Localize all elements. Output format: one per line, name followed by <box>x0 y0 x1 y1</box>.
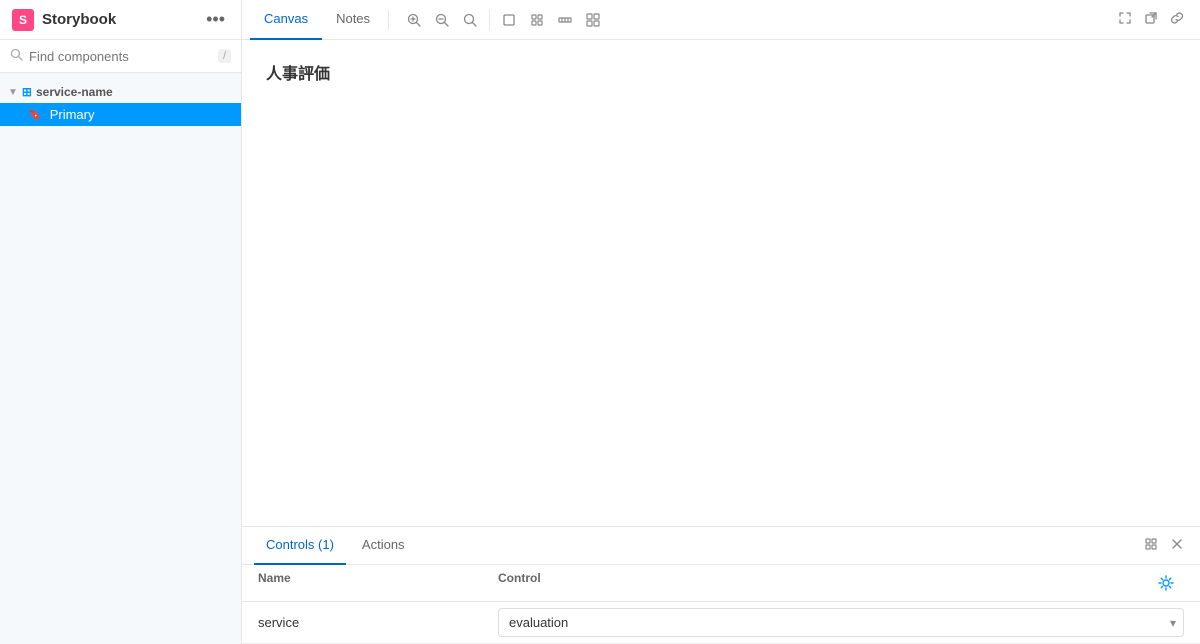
toolbar-icons <box>393 9 614 31</box>
zoom-out-button[interactable] <box>429 9 455 31</box>
control-name-service: service <box>258 615 498 630</box>
bottom-panel: Controls (1) Actions Name Control <box>242 526 1200 644</box>
panel-tab-icons <box>1140 533 1188 558</box>
single-view-button[interactable] <box>496 9 522 31</box>
tab-notes[interactable]: Notes <box>322 0 384 40</box>
reset-zoom-button[interactable] <box>457 9 483 31</box>
open-new-button[interactable] <box>1140 7 1162 32</box>
toolbar-divider <box>388 10 389 30</box>
search-box: / <box>0 40 241 73</box>
panel-table: Name Control service evaluation <box>242 565 1200 644</box>
sidebar: / ▼ ⊞ service-name 🔖 Primary <box>0 40 242 644</box>
col-header-extra <box>1154 571 1184 595</box>
primary-label: Primary <box>50 107 95 122</box>
copy-link-button[interactable] <box>1166 7 1188 32</box>
search-shortcut: / <box>218 49 231 63</box>
story-icon: 🔖 <box>28 108 42 121</box>
tree-arrow-icon: ▼ <box>8 87 18 98</box>
sidebar-item-primary[interactable]: 🔖 Primary <box>0 103 241 126</box>
panel-grid-button[interactable] <box>1140 533 1162 558</box>
sidebar-item-service-name[interactable]: ▼ ⊞ service-name <box>0 81 241 103</box>
search-input[interactable] <box>29 49 212 64</box>
controls-settings-button[interactable] <box>1154 571 1178 595</box>
canvas-title: 人事評価 <box>242 40 1200 104</box>
toolbar: Canvas Notes <box>242 0 1102 40</box>
grid-view-button[interactable] <box>524 9 550 31</box>
tab-controls[interactable]: Controls (1) <box>254 527 346 565</box>
service-name-label: service-name <box>36 85 113 99</box>
tab-actions[interactable]: Actions <box>350 527 417 565</box>
sidebar-tree: ▼ ⊞ service-name 🔖 Primary <box>0 73 241 644</box>
fullscreen-button[interactable] <box>1114 7 1136 32</box>
service-select[interactable]: evaluation hr payroll <box>498 608 1184 637</box>
tab-canvas[interactable]: Canvas <box>250 0 322 40</box>
canvas-content: 人事評価 <box>242 40 1200 526</box>
panel-tabs: Controls (1) Actions <box>242 527 1200 565</box>
main-layout: / ▼ ⊞ service-name 🔖 Primary 人事評価 Contro… <box>0 40 1200 644</box>
more-options-button[interactable]: ••• <box>202 7 229 32</box>
table-row: service evaluation hr payroll ▾ <box>242 602 1200 644</box>
toolbar-divider2 <box>489 10 490 30</box>
col-header-control: Control <box>498 571 1154 595</box>
logo-area: S Storybook ••• <box>0 0 242 39</box>
storybook-logo-icon: S <box>12 9 34 31</box>
control-cell-service: evaluation hr payroll ▾ <box>498 608 1184 637</box>
outline-button[interactable] <box>580 9 606 31</box>
logo-left: S Storybook <box>12 9 116 31</box>
col-header-name: Name <box>258 571 498 595</box>
canvas-area: 人事評価 Controls (1) Actions Name <box>242 40 1200 644</box>
measure-button[interactable] <box>552 9 578 31</box>
zoom-in-button[interactable] <box>401 9 427 31</box>
search-icon <box>10 48 23 64</box>
select-wrapper: evaluation hr payroll ▾ <box>498 608 1184 637</box>
toolbar-right <box>1102 7 1200 32</box>
panel-header-row: Name Control <box>242 565 1200 602</box>
component-icon: ⊞ <box>22 85 32 99</box>
header: S Storybook ••• Canvas Notes <box>0 0 1200 40</box>
app-title: Storybook <box>42 11 116 28</box>
panel-close-button[interactable] <box>1166 533 1188 558</box>
